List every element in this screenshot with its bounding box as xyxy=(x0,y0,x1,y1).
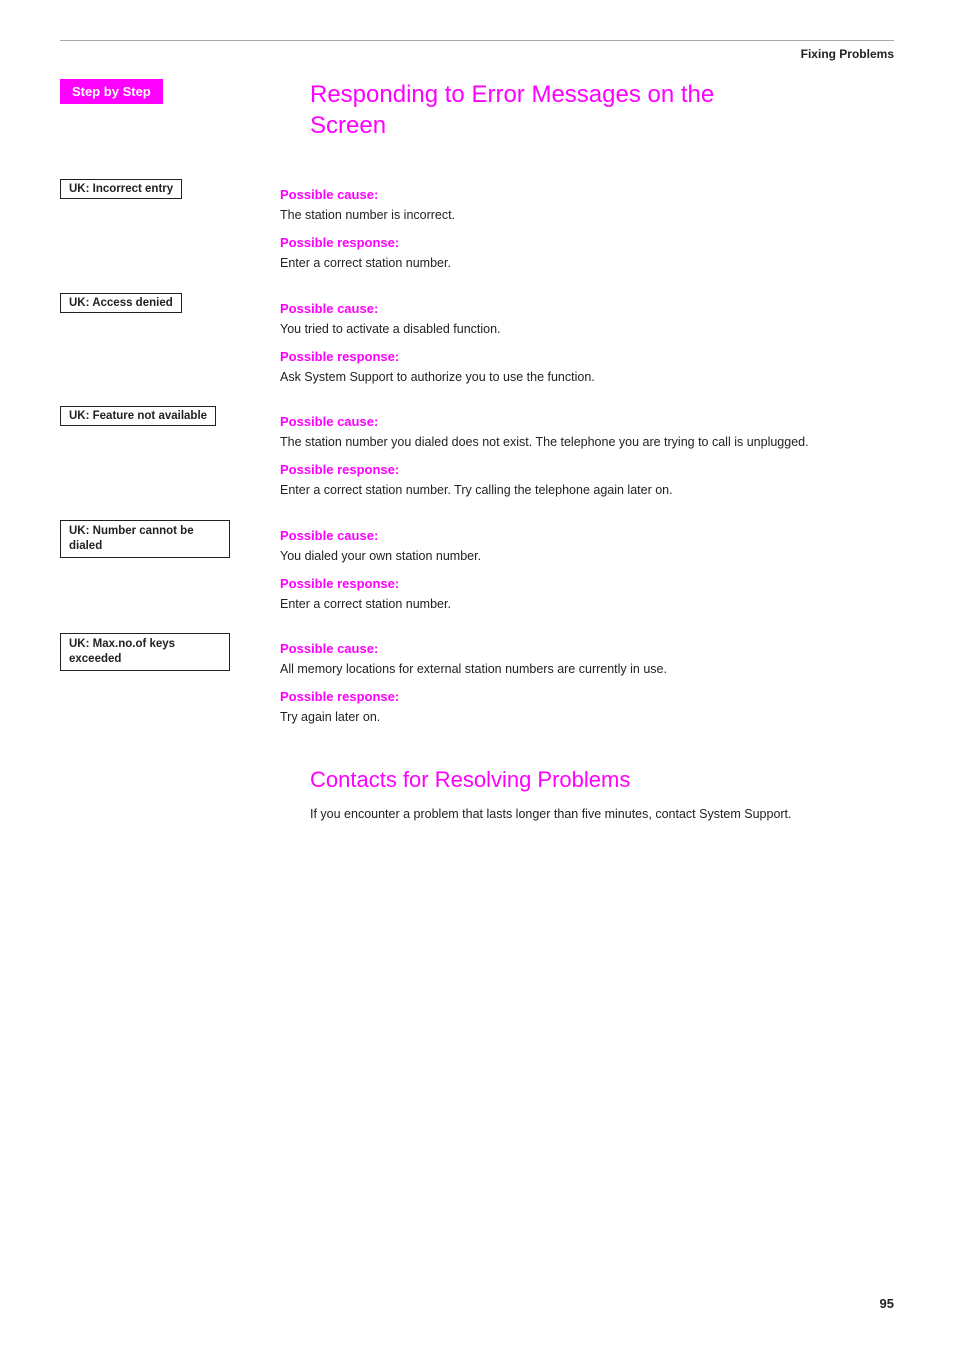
response-label-4: Possible response: xyxy=(280,689,894,704)
response-text-0: Enter a correct station number. xyxy=(280,254,894,273)
error-content-2: Possible cause: The station number you d… xyxy=(280,404,894,504)
main-section-title: Responding to Error Messages on the Scre… xyxy=(310,79,894,141)
error-content-0: Possible cause: The station number is in… xyxy=(280,177,894,277)
error-label-4: UK: Max.no.of keys exceeded xyxy=(60,633,230,671)
step-by-step-badge: Step by Step xyxy=(60,79,163,104)
error-content-4: Possible cause: All memory locations for… xyxy=(280,631,894,731)
right-column: Responding to Error Messages on the Scre… xyxy=(280,79,894,163)
errors-list: UK: Incorrect entry Possible cause: The … xyxy=(60,177,894,731)
title-line1: Responding to Error Messages on the xyxy=(310,81,714,108)
error-content-1: Possible cause: You tried to activate a … xyxy=(280,291,894,391)
contacts-right: Contacts for Resolving Problems If you e… xyxy=(280,767,894,828)
page-number: 95 xyxy=(880,1296,894,1311)
error-label-col-2: UK: Feature not available xyxy=(60,404,280,504)
contacts-section: Contacts for Resolving Problems If you e… xyxy=(60,767,894,828)
response-label-3: Possible response: xyxy=(280,576,894,591)
error-label-2: UK: Feature not available xyxy=(60,406,216,426)
error-label-0: UK: Incorrect entry xyxy=(60,179,182,199)
cause-text-4: All memory locations for external statio… xyxy=(280,660,894,679)
header-rule xyxy=(60,40,894,41)
response-label-0: Possible response: xyxy=(280,235,894,250)
cause-label-2: Possible cause: xyxy=(280,414,894,429)
response-text-4: Try again later on. xyxy=(280,708,894,727)
response-label-2: Possible response: xyxy=(280,462,894,477)
error-row-3: UK: Number cannot be dialed Possible cau… xyxy=(60,518,894,618)
cause-label-3: Possible cause: xyxy=(280,528,894,543)
cause-label-4: Possible cause: xyxy=(280,641,894,656)
error-label-1: UK: Access denied xyxy=(60,293,182,313)
page-header: Fixing Problems xyxy=(60,47,894,61)
contacts-left xyxy=(60,767,280,828)
cause-label-1: Possible cause: xyxy=(280,301,894,316)
cause-text-2: The station number you dialed does not e… xyxy=(280,433,894,452)
cause-label-0: Possible cause: xyxy=(280,187,894,202)
response-text-1: Ask System Support to authorize you to u… xyxy=(280,368,894,387)
error-label-col-0: UK: Incorrect entry xyxy=(60,177,280,277)
error-label-col-1: UK: Access denied xyxy=(60,291,280,391)
header-title: Fixing Problems xyxy=(801,47,894,61)
cause-text-0: The station number is incorrect. xyxy=(280,206,894,225)
main-layout: Step by Step Responding to Error Message… xyxy=(60,79,894,163)
title-line2: Screen xyxy=(310,112,386,139)
contacts-body: If you encounter a problem that lasts lo… xyxy=(310,805,894,824)
cause-text-3: You dialed your own station number. xyxy=(280,547,894,566)
cause-text-1: You tried to activate a disabled functio… xyxy=(280,320,894,339)
error-content-3: Possible cause: You dialed your own stat… xyxy=(280,518,894,618)
page-container: Fixing Problems Step by Step Responding … xyxy=(0,0,954,1351)
response-text-3: Enter a correct station number. xyxy=(280,595,894,614)
error-label-col-3: UK: Number cannot be dialed xyxy=(60,518,280,618)
error-row-1: UK: Access denied Possible cause: You tr… xyxy=(60,291,894,391)
left-column: Step by Step xyxy=(60,79,280,163)
error-row-2: UK: Feature not available Possible cause… xyxy=(60,404,894,504)
response-text-2: Enter a correct station number. Try call… xyxy=(280,481,894,500)
contacts-title: Contacts for Resolving Problems xyxy=(310,767,894,793)
response-label-1: Possible response: xyxy=(280,349,894,364)
error-row-4: UK: Max.no.of keys exceeded Possible cau… xyxy=(60,631,894,731)
error-row-0: UK: Incorrect entry Possible cause: The … xyxy=(60,177,894,277)
error-label-col-4: UK: Max.no.of keys exceeded xyxy=(60,631,280,731)
error-label-3: UK: Number cannot be dialed xyxy=(60,520,230,558)
